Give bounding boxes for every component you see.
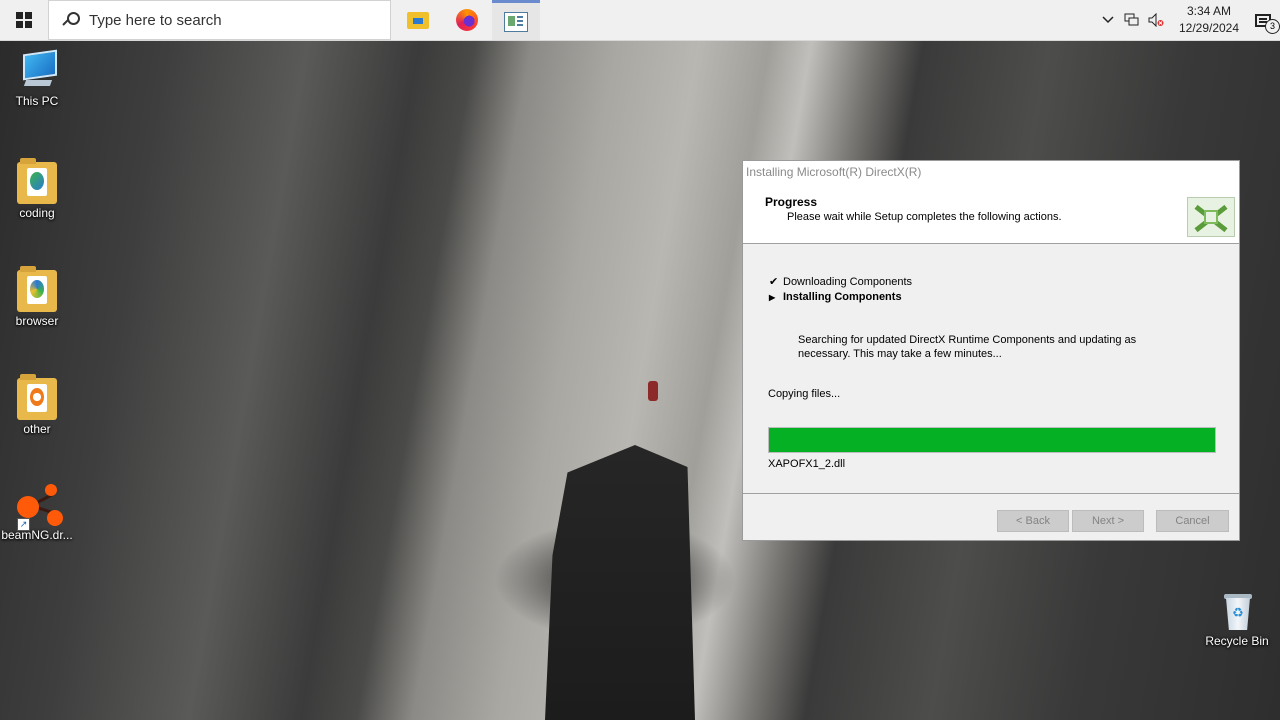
action-center-button[interactable]: 3 — [1246, 0, 1280, 40]
step-label: Installing Components — [783, 291, 902, 303]
desktop-icon-label: browser — [15, 314, 59, 328]
taskbar-firefox[interactable] — [443, 0, 491, 40]
taskbar-directx-setup[interactable] — [492, 0, 540, 40]
network-icon[interactable] — [1120, 0, 1144, 40]
desktop-icon-recycle-bin[interactable]: ♻ Recycle Bin — [1200, 590, 1274, 648]
desktop-icon-label: Recycle Bin — [1205, 634, 1269, 648]
wallpaper-climber — [648, 381, 658, 401]
start-button[interactable] — [0, 0, 48, 40]
next-button[interactable]: Next > — [1072, 510, 1144, 532]
computer-icon — [17, 49, 57, 92]
shortcut-arrow-icon: ↗ — [17, 518, 30, 531]
search-placeholder: Type here to search — [89, 11, 222, 29]
beamng-icon: ↗ — [17, 484, 63, 531]
system-tray: 3:34 AM 12/29/2024 3 — [1096, 0, 1280, 40]
status-text: Copying files... — [768, 388, 841, 400]
taskbar-search-box[interactable]: Type here to search — [48, 0, 391, 40]
step-installing-components: ▶ Installing Components — [769, 291, 902, 303]
checkmark-icon: ✔ — [769, 276, 779, 288]
cancel-button[interactable]: Cancel — [1156, 510, 1229, 532]
recycle-bin-icon: ♻ — [1217, 590, 1257, 632]
taskbar: Type here to search 3:34 AM 12/29/2024 3 — [0, 0, 1280, 41]
taskbar-clock[interactable]: 3:34 AM 12/29/2024 — [1172, 3, 1246, 37]
folder-icon — [17, 266, 57, 312]
chevron-up-icon[interactable] — [1096, 0, 1120, 40]
desktop-icon-coding[interactable]: coding — [0, 158, 74, 220]
search-icon — [62, 12, 80, 28]
step-description: Searching for updated DirectX Runtime Co… — [798, 334, 1137, 360]
dialog-header: Progress Please wait while Setup complet… — [743, 184, 1239, 244]
header-subtitle: Please wait while Setup completes the fo… — [787, 211, 1062, 223]
header-title: Progress — [765, 195, 818, 209]
current-step-arrow-icon: ▶ — [769, 292, 776, 302]
folder-icon — [17, 374, 57, 420]
desktop-icon-label: This PC — [15, 94, 59, 108]
step-downloading-components: ✔ Downloading Components — [769, 275, 913, 289]
firefox-icon — [456, 9, 478, 31]
current-file-name: XAPOFX1_2.dll — [768, 458, 846, 470]
desktop-icon-this-pc[interactable]: This PC — [0, 49, 74, 108]
step-label: Downloading Components — [783, 275, 913, 288]
progress-bar — [768, 427, 1216, 453]
folder-icon — [17, 158, 57, 204]
volume-muted-icon[interactable] — [1144, 0, 1168, 40]
desktop-icon-other[interactable]: other — [0, 374, 74, 436]
notification-count-badge: 3 — [1265, 19, 1280, 34]
desktop-icon-label: other — [23, 422, 51, 436]
dialog-title: Installing Microsoft(R) DirectX(R) — [743, 161, 1239, 184]
dialog-separator — [743, 493, 1239, 494]
back-button[interactable]: < Back — [997, 510, 1069, 532]
progress-bar-fill — [769, 428, 1215, 452]
desktop-icon-beamng[interactable]: ↗ beamNG.dr... — [0, 484, 74, 542]
windows-logo-icon — [16, 12, 32, 28]
desktop-icon-label: coding — [19, 206, 55, 220]
desktop-icon-label: beamNG.dr... — [1, 528, 73, 542]
clock-date: 12/29/2024 — [1178, 21, 1240, 35]
setup-window-icon — [504, 11, 528, 32]
directx-logo-icon — [1187, 197, 1235, 237]
desktop-icon-browser[interactable]: browser — [0, 266, 74, 328]
directx-setup-dialog: Installing Microsoft(R) DirectX(R) Progr… — [742, 160, 1240, 541]
wallpaper-rock — [545, 445, 695, 720]
clock-time: 3:34 AM — [1186, 4, 1232, 18]
taskbar-file-explorer[interactable] — [394, 0, 442, 40]
file-explorer-icon — [407, 11, 429, 29]
